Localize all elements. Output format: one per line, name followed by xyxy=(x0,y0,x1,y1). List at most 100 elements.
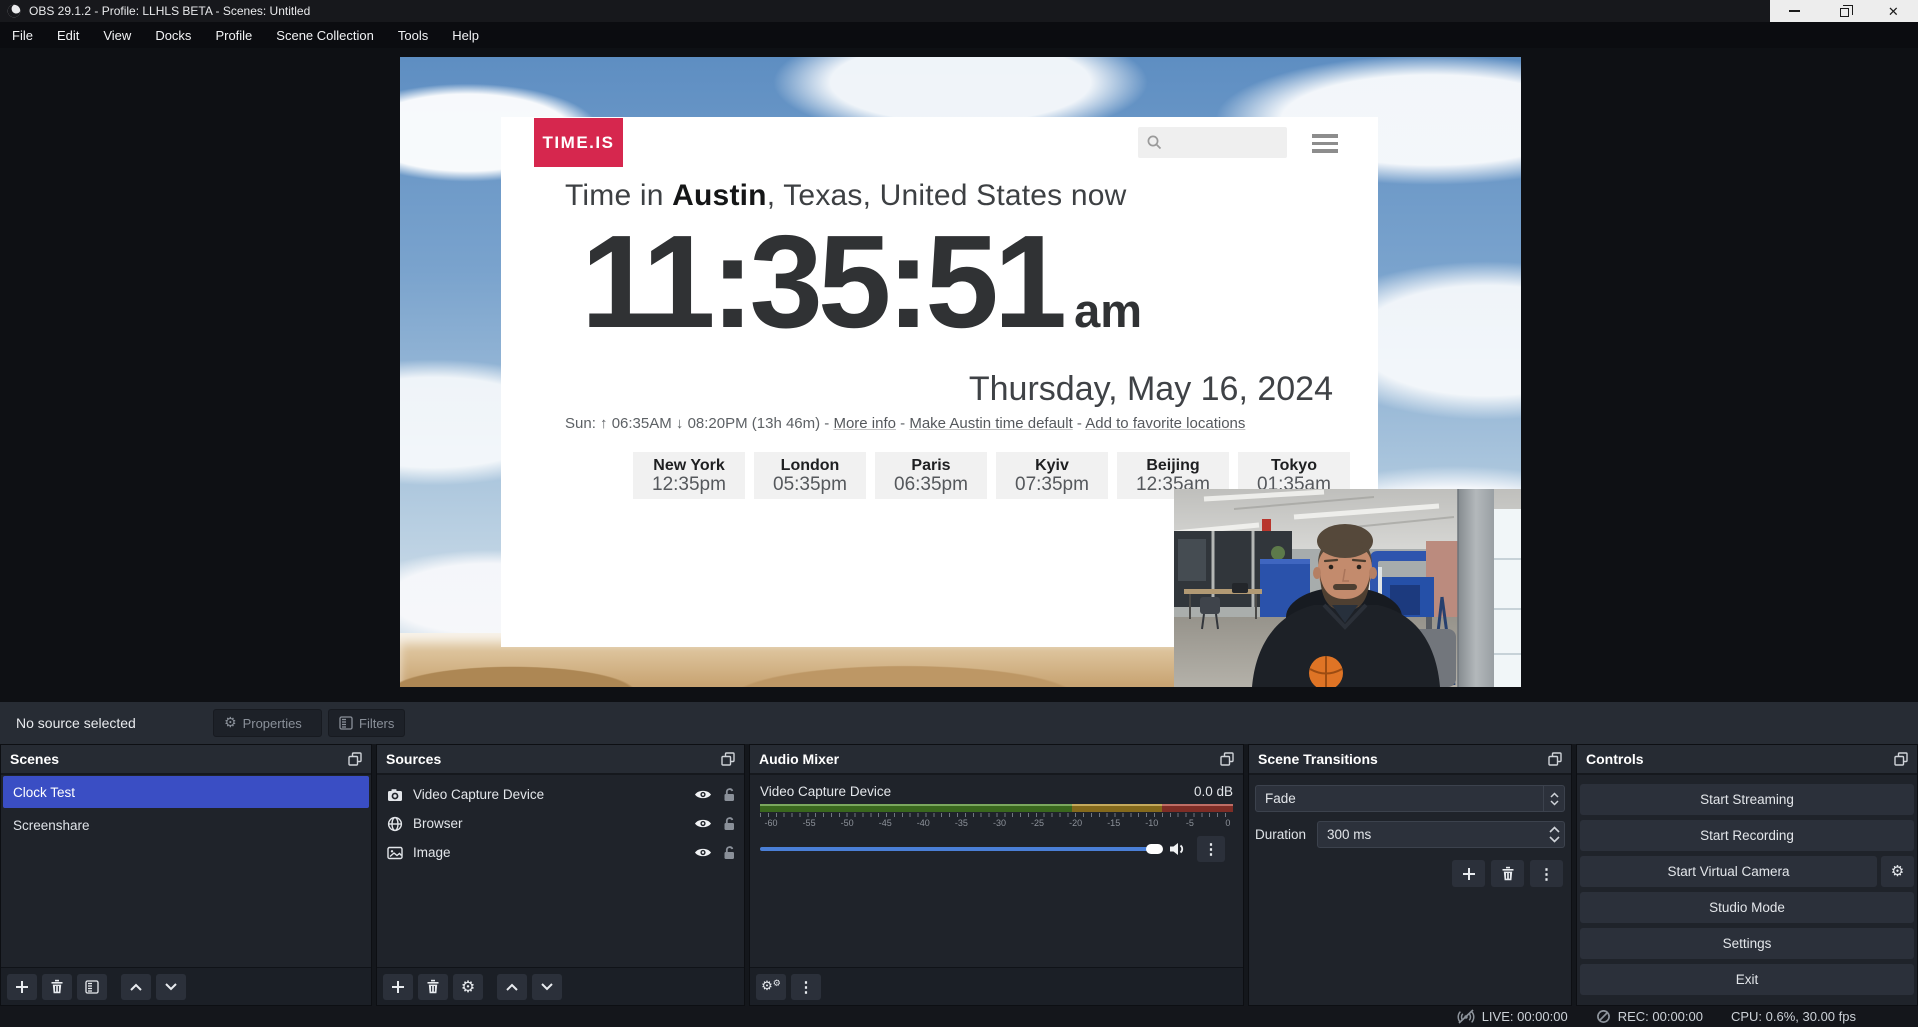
audio-mixer-panel: Audio Mixer Video Capture Device 0.0 dB … xyxy=(749,744,1244,1006)
move-scene-down-button[interactable] xyxy=(156,974,186,1000)
gear-icon: ⚙ xyxy=(224,716,237,730)
add-transition-button[interactable] xyxy=(1452,860,1485,887)
close-icon: ✕ xyxy=(1888,5,1899,18)
transition-select[interactable]: Fade xyxy=(1255,785,1565,812)
restore-button[interactable] xyxy=(1819,0,1868,22)
restore-icon xyxy=(1840,8,1849,17)
advanced-audio-button[interactable]: ⚙⚙ xyxy=(756,974,786,1000)
menu-help[interactable]: Help xyxy=(440,22,491,48)
move-source-down-button[interactable] xyxy=(532,974,562,1000)
timeis-meridiem: am xyxy=(1074,284,1142,337)
record-inactive-icon xyxy=(1596,1009,1611,1024)
lock-open-icon[interactable] xyxy=(722,816,736,831)
audio-mixer-header: Audio Mixer xyxy=(750,745,1243,775)
timeis-clock: 11:35:51am xyxy=(581,213,1142,352)
popout-icon[interactable] xyxy=(348,752,362,766)
visibility-eye-icon[interactable] xyxy=(694,788,712,801)
lock-open-icon[interactable] xyxy=(722,787,736,802)
menu-docks[interactable]: Docks xyxy=(143,22,203,48)
properties-button[interactable]: ⚙ Properties xyxy=(213,709,322,737)
make-default-link: Make Austin time default xyxy=(909,415,1072,432)
exit-button[interactable]: Exit xyxy=(1580,964,1914,995)
caption-buttons: ✕ xyxy=(1770,0,1918,22)
virtual-camera-settings-button[interactable]: ⚙ xyxy=(1881,856,1914,887)
source-item-image[interactable]: Image xyxy=(377,838,744,867)
webcam-video xyxy=(1174,489,1521,687)
remove-transition-button[interactable] xyxy=(1491,860,1524,887)
studio-mode-button[interactable]: Studio Mode xyxy=(1580,892,1914,923)
globe-icon xyxy=(387,816,403,832)
stream-inactive-icon xyxy=(1457,1009,1475,1024)
webcam-overlay xyxy=(1174,489,1521,687)
timeis-search-box xyxy=(1138,127,1287,158)
popout-icon[interactable] xyxy=(1894,752,1908,766)
move-scene-up-button[interactable] xyxy=(121,974,151,1000)
duration-spinner[interactable] xyxy=(1544,826,1564,843)
volume-slider[interactable] xyxy=(760,847,1160,851)
remove-source-button[interactable] xyxy=(418,974,448,1000)
add-source-button[interactable] xyxy=(383,974,413,1000)
filters-icon xyxy=(339,716,353,730)
scenes-panel: Scenes Clock Test Screenshare xyxy=(0,744,372,1006)
mixer-level-value: 0.0 dB xyxy=(1194,784,1233,799)
scene-item-screenshare[interactable]: Screenshare xyxy=(3,809,369,841)
cpu-fps-status: CPU: 0.6%, 30.00 fps xyxy=(1731,1009,1856,1024)
close-button[interactable]: ✕ xyxy=(1869,0,1918,22)
title-bar: OBS 29.1.2 - Profile: LLHLS BETA - Scene… xyxy=(0,0,1918,22)
scene-filters-button[interactable] xyxy=(77,974,107,1000)
preview-canvas-area: TIME.IS Time in Austin, Texas, United St… xyxy=(0,48,1918,702)
sources-panel: Sources Video Capture Device Browser xyxy=(376,744,745,1006)
visibility-eye-icon[interactable] xyxy=(694,817,712,830)
popout-icon[interactable] xyxy=(1220,752,1234,766)
mixer-channel-menu-button[interactable]: ⋮ xyxy=(1197,836,1225,862)
start-streaming-button[interactable]: Start Streaming xyxy=(1580,784,1914,815)
lock-open-icon[interactable] xyxy=(722,845,736,860)
meter-tick-labels: -60-55-50-45-40-35-30-25-20-15-10-50 xyxy=(760,818,1239,828)
volume-slider-handle[interactable] xyxy=(1146,844,1163,854)
menu-bar: File Edit View Docks Profile Scene Colle… xyxy=(0,22,1918,48)
source-properties-button[interactable]: ⚙ xyxy=(453,974,483,1000)
scenes-panel-header: Scenes xyxy=(1,745,371,775)
status-bar: LIVE: 00:00:00 REC: 00:00:00 CPU: 0.6%, … xyxy=(0,1006,1918,1027)
scenes-toolbar xyxy=(1,967,371,1005)
move-source-up-button[interactable] xyxy=(497,974,527,1000)
mixer-channel-name: Video Capture Device xyxy=(760,784,891,799)
start-recording-button[interactable]: Start Recording xyxy=(1580,820,1914,851)
world-clock-paris: Paris06:35pm xyxy=(875,452,987,499)
transition-select-spinner[interactable] xyxy=(1543,786,1564,811)
timeis-date: Thursday, May 16, 2024 xyxy=(969,370,1333,409)
menu-scene-collection[interactable]: Scene Collection xyxy=(264,22,386,48)
visibility-eye-icon[interactable] xyxy=(694,846,712,859)
add-scene-button[interactable] xyxy=(7,974,37,1000)
popout-icon[interactable] xyxy=(721,752,735,766)
start-virtual-camera-button[interactable]: Start Virtual Camera xyxy=(1580,856,1877,887)
transition-menu-button[interactable]: ⋮ xyxy=(1530,860,1563,887)
menu-view[interactable]: View xyxy=(91,22,143,48)
mixer-menu-button[interactable]: ⋮ xyxy=(791,974,821,1000)
menu-edit[interactable]: Edit xyxy=(45,22,91,48)
settings-button[interactable]: Settings xyxy=(1580,928,1914,959)
volume-meter xyxy=(760,804,1233,812)
remove-scene-button[interactable] xyxy=(42,974,72,1000)
popout-icon[interactable] xyxy=(1548,752,1562,766)
speaker-icon[interactable] xyxy=(1169,841,1188,857)
double-gear-icon: ⚙⚙ xyxy=(761,980,781,993)
scene-transitions-header: Scene Transitions xyxy=(1249,745,1571,775)
live-status: LIVE: 00:00:00 xyxy=(1457,1009,1568,1024)
duration-spinbox[interactable]: 300 ms xyxy=(1317,821,1565,848)
scene-item-clock-test[interactable]: Clock Test xyxy=(3,776,369,808)
menu-tools[interactable]: Tools xyxy=(386,22,440,48)
rec-status: REC: 00:00:00 xyxy=(1596,1009,1703,1024)
program-preview[interactable]: TIME.IS Time in Austin, Texas, United St… xyxy=(400,57,1521,687)
menu-file[interactable]: File xyxy=(0,22,45,48)
duration-label: Duration xyxy=(1255,827,1309,842)
timeis-sun-info: Sun: ↑ 06:35AM ↓ 08:20PM (13h 46m) - Mor… xyxy=(565,415,1245,432)
more-info-link: More info xyxy=(833,415,896,432)
source-item-browser[interactable]: Browser xyxy=(377,809,744,838)
controls-header: Controls xyxy=(1577,745,1917,775)
obs-logo-icon xyxy=(7,4,21,18)
minimize-button[interactable] xyxy=(1770,0,1819,22)
source-item-video-capture[interactable]: Video Capture Device xyxy=(377,780,744,809)
menu-profile[interactable]: Profile xyxy=(203,22,264,48)
filters-button[interactable]: Filters xyxy=(328,709,405,737)
